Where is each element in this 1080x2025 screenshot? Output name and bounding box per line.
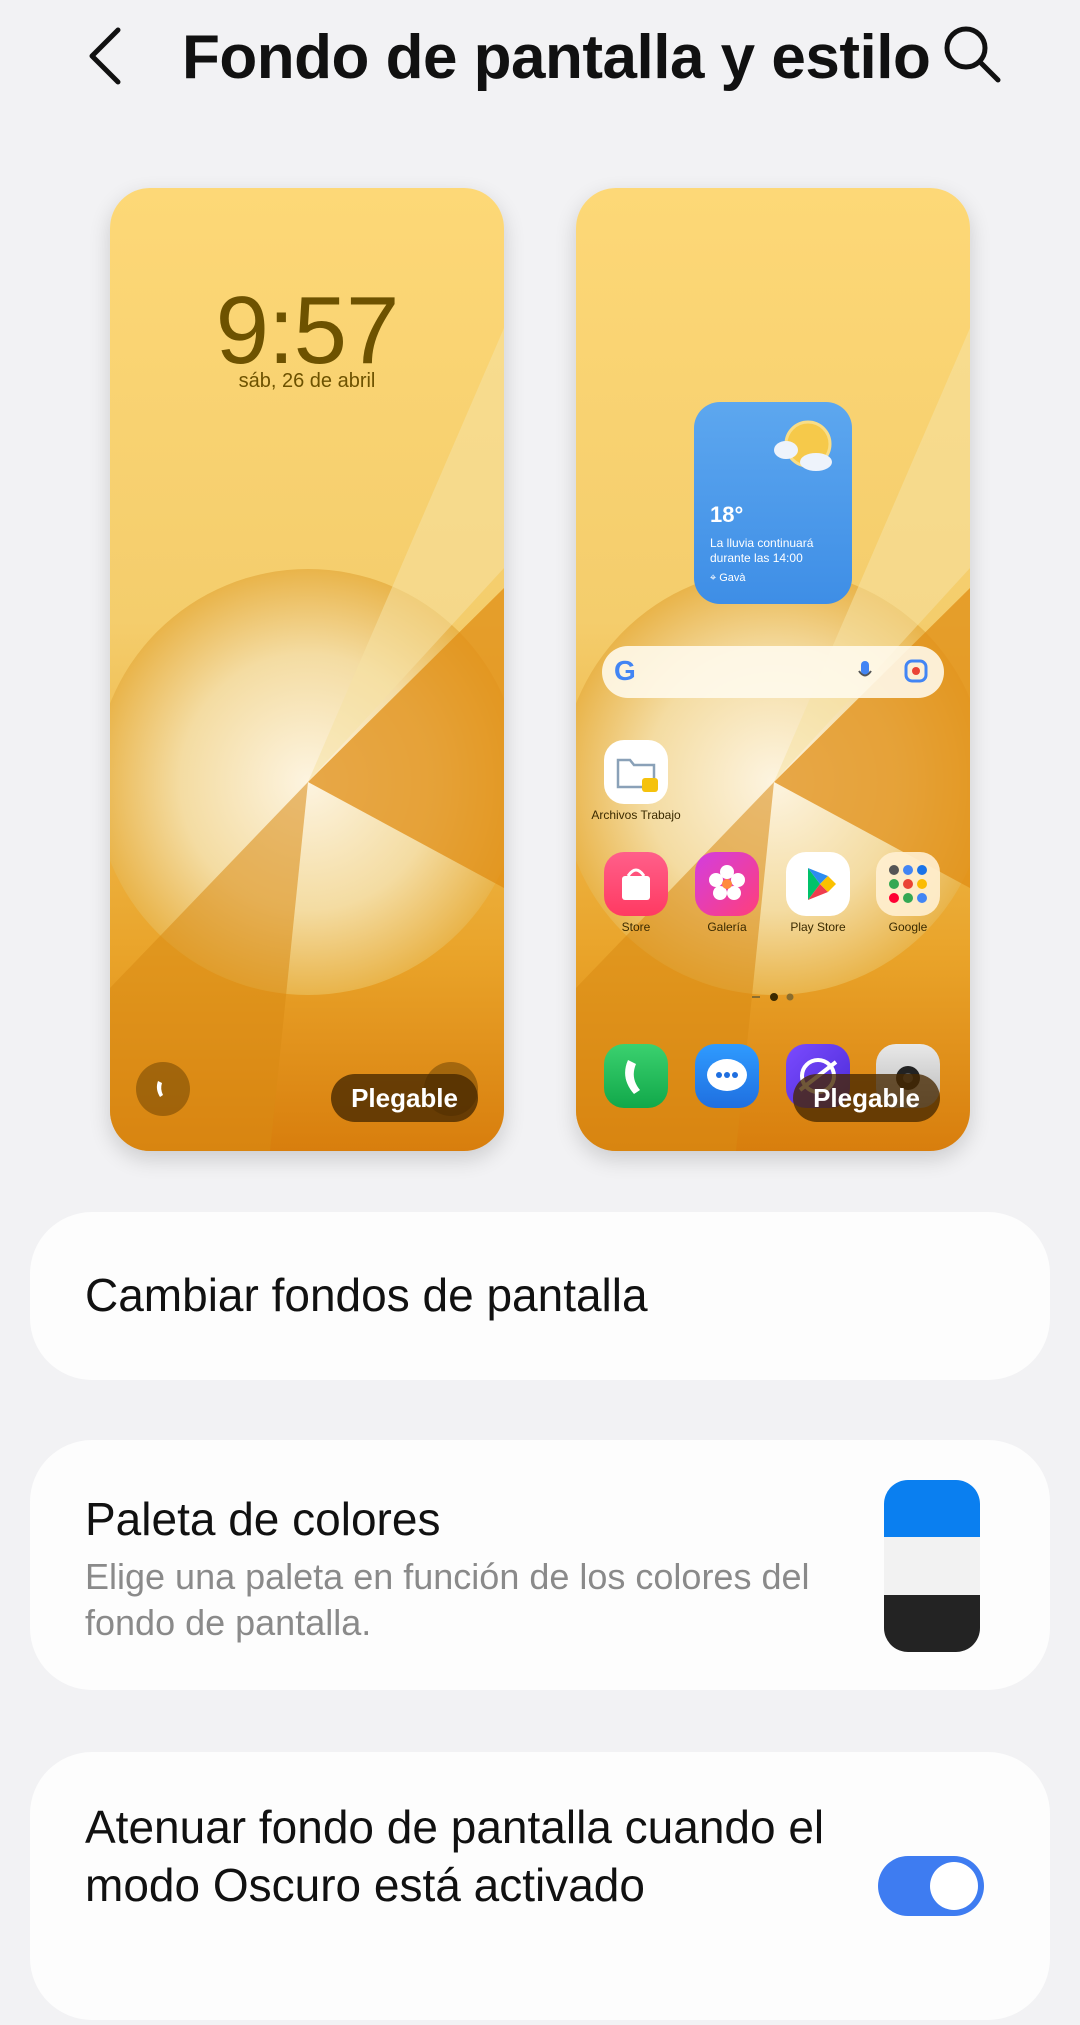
page-title: Fondo de pantalla y estilo	[182, 23, 931, 92]
google-folder-icon	[876, 852, 940, 916]
weather-location: ⌖ Gavà	[710, 572, 746, 584]
plegable-badge: Plegable	[331, 1074, 478, 1122]
change-wallpaper-label: Cambiar fondos de pantalla	[85, 1269, 648, 1321]
dim-wallpaper-toggle[interactable]	[878, 1856, 984, 1916]
app-header: Fondo de pantalla y estilo	[0, 0, 1080, 120]
weather-temp: 18°	[710, 502, 744, 527]
color-palette-swatch[interactable]	[884, 1480, 980, 1652]
home-screen-preview[interactable]: 18° La lluvia continuará durante las 14:…	[576, 188, 970, 1151]
store-bag-icon	[604, 852, 668, 916]
color-palette-item[interactable]: Paleta de colores Elige una paleta en fu…	[30, 1440, 1050, 1690]
color-palette-title: Paleta de colores	[85, 1493, 441, 1545]
lock-date: sáb, 26 de abril	[238, 370, 376, 392]
dim-wallpaper-title: Atenuar fondo de pantalla cuando el modo…	[85, 1801, 825, 1911]
chevron-left-icon	[89, 27, 121, 85]
palette-color-3	[884, 1594, 980, 1652]
toggle-knob	[930, 1862, 978, 1910]
lock-screen-preview[interactable]: 9:57 sáb, 26 de abril Plegable	[110, 188, 504, 1151]
change-wallpaper-item[interactable]: Cambiar fondos de pantalla	[30, 1212, 1050, 1380]
search-button[interactable]	[940, 22, 1004, 86]
lens-icon	[904, 659, 928, 683]
weather-desc: La lluvia continuará durante las 14:00	[710, 536, 814, 565]
back-button[interactable]	[78, 24, 134, 88]
app-label-store: Store	[621, 920, 651, 934]
phone-icon	[156, 1081, 163, 1097]
weather-widget: 18° La lluvia continuará durante las 14:…	[694, 402, 852, 604]
partly-cloudy-icon	[774, 420, 832, 471]
google-icon: G	[614, 655, 636, 686]
color-palette-subtitle: Elige una paleta en función de los color…	[85, 1556, 810, 1643]
plegable-badge: Plegable	[793, 1074, 940, 1122]
page-indicator	[752, 993, 794, 1001]
lock-phone-shortcut	[136, 1062, 190, 1116]
phone-icon	[604, 1044, 668, 1108]
palette-color-2	[884, 1537, 980, 1595]
messages-icon	[695, 1044, 759, 1108]
dim-wallpaper-item[interactable]: Atenuar fondo de pantalla cuando el modo…	[30, 1752, 1050, 2020]
weather-location-label: Gavà	[719, 572, 746, 584]
search-icon	[944, 26, 1001, 83]
app-label-galeria: Galería	[707, 920, 747, 934]
folder-icon	[604, 740, 668, 804]
palette-color-1	[884, 1480, 980, 1538]
app-label-google: Google	[888, 920, 928, 934]
gallery-flower-icon	[695, 852, 759, 916]
play-store-icon	[786, 852, 850, 916]
microphone-icon	[858, 661, 872, 677]
folder-label: Archivos Trabajo	[591, 808, 681, 822]
google-search-bar: G	[602, 646, 944, 698]
app-label-play-store: Play Store	[790, 920, 846, 934]
